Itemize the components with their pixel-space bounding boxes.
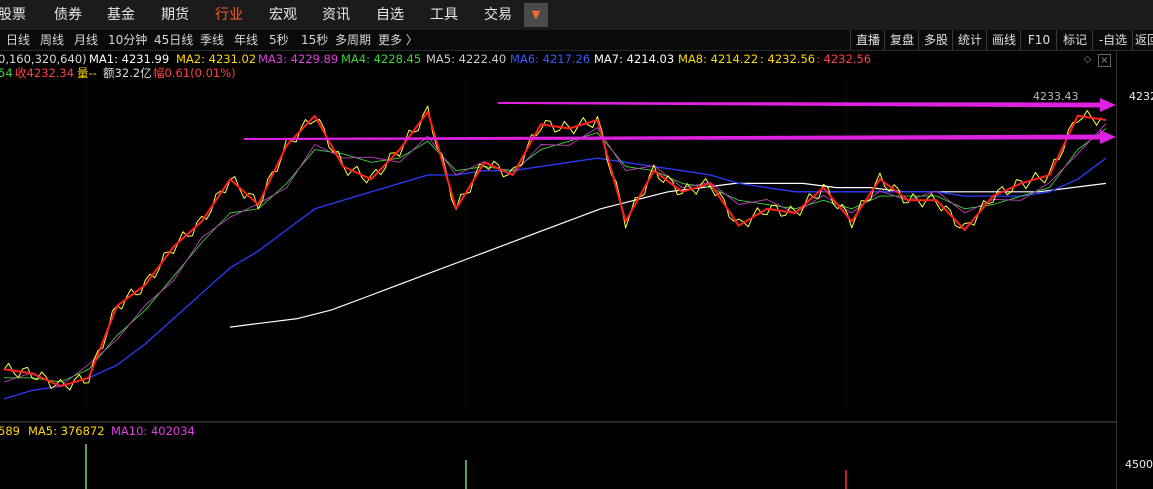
- axis-price-label: 4232: [1129, 90, 1153, 103]
- volume-ma5: MA5: 376872: [28, 424, 105, 438]
- price-lines: [3, 105, 1107, 391]
- resistance-arrow-lower: [244, 130, 1116, 144]
- tool-return[interactable]: 返回: [1132, 30, 1153, 50]
- axis-volume-label: 45000: [1125, 458, 1153, 471]
- last-high-label: 4233.43: [1033, 90, 1079, 103]
- price-axis: 4232 45000: [1116, 50, 1153, 489]
- volume-current: 589: [0, 424, 20, 438]
- resistance-arrow-upper: [498, 98, 1116, 112]
- ma-fast-line: [3, 123, 1107, 387]
- kline-chart[interactable]: 4233.43: [0, 0, 1116, 489]
- zigzag-price-line: [3, 110, 1107, 388]
- trend-arrows: [244, 98, 1116, 144]
- ma-short-line: [4, 128, 1107, 383]
- volume-ma10: MA10: 402034: [111, 424, 195, 438]
- ma-lines: [3, 123, 1107, 400]
- close-price-line: [3, 105, 1102, 391]
- ma-long-line: [229, 182, 1107, 328]
- volume-bars: [85, 444, 847, 489]
